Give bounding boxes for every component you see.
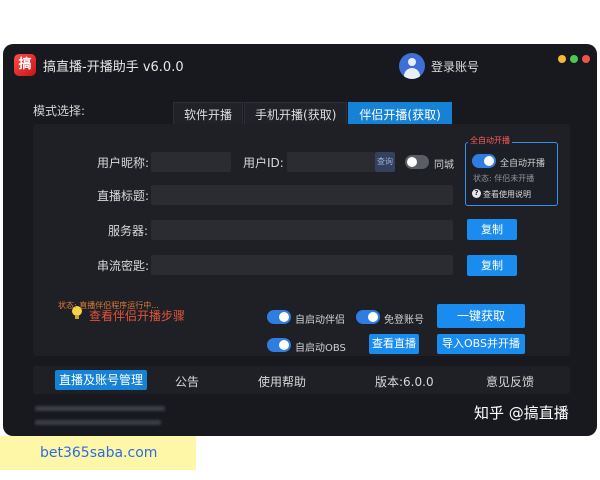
nickname-field[interactable] (151, 152, 231, 172)
window-title: 搞直播-开播助手 v6.0.0 (43, 60, 184, 75)
server-label: 服务器: (108, 224, 149, 238)
nav-version: 版本:6.0.0 (375, 375, 434, 389)
login-free-toggle[interactable] (356, 310, 380, 324)
close-button[interactable] (582, 55, 590, 63)
nav-help[interactable]: 使用帮助 (258, 373, 306, 390)
tab-software[interactable]: 软件开播 (173, 102, 244, 126)
auto-obs-toggle[interactable] (267, 338, 291, 352)
minimize-button[interactable] (558, 55, 566, 63)
user-id-field[interactable] (287, 152, 375, 172)
user-id-label: 用户ID: (243, 156, 284, 170)
import-obs-button[interactable]: 导入OBS并开播 (437, 334, 525, 354)
auto-start-toggle-label: 全自动开播 (500, 159, 546, 169)
one-click-button[interactable]: 一键获取 (437, 304, 525, 328)
login-label: 登录账号 (431, 59, 480, 74)
same-city-toggle[interactable] (405, 155, 429, 169)
watermark-text: 知乎 @搞直播 (474, 404, 569, 422)
search-button[interactable]: 查询 (375, 152, 395, 172)
same-city-label: 同城 (434, 160, 454, 171)
server-field[interactable] (151, 220, 453, 240)
login-free-label: 免登账号 (384, 315, 424, 326)
help-link[interactable]: 查看使用说明 (483, 189, 531, 200)
auto-start-status: 状态: 伴侣未开播 (473, 174, 535, 183)
blurred-info-line (35, 406, 165, 411)
copy-server-button[interactable]: 复制 (467, 219, 517, 240)
stream-key-label: 串流密匙: (97, 259, 150, 273)
app-logo-icon: 搞 (14, 54, 36, 76)
auto-start-title: 全自动开播 (468, 135, 512, 146)
tab-companion[interactable]: 伴侣开播(获取) (348, 102, 452, 126)
nav-account-management[interactable]: 直播及账号管理 (55, 370, 147, 390)
nickname-label: 用户昵称: (97, 156, 150, 170)
view-live-button[interactable]: 查看直播 (369, 334, 419, 354)
tab-mobile[interactable]: 手机开播(获取) (244, 102, 348, 126)
main-panel: 用户昵称: 用户ID: 查询 同城 直播标题: 服务器: 复制 串流密匙: 复制… (33, 124, 570, 356)
auto-start-group: 全自动开播 全自动开播 状态: 伴侣未开播 ? 查看使用说明 (465, 135, 558, 206)
avatar-icon (399, 53, 425, 79)
bottom-nav: 直播及账号管理 公告 使用帮助 版本:6.0.0 意见反馈 (33, 366, 570, 394)
url-banner: bet365saba.com (0, 436, 196, 470)
title-field[interactable] (151, 185, 453, 205)
auto-obs-label: 自启动OBS (295, 343, 346, 354)
stream-key-field[interactable] (151, 255, 453, 275)
auto-companion-toggle[interactable] (267, 310, 291, 324)
copy-key-button[interactable]: 复制 (467, 255, 517, 276)
app-window: 搞 搞直播-开播助手 v6.0.0 登录账号 模式选择: 软件开播 手机开播(获… (3, 44, 597, 436)
mode-tabs: 软件开播 手机开播(获取) 伴侣开播(获取) (173, 102, 453, 126)
nav-announcement[interactable]: 公告 (175, 373, 199, 390)
mode-label: 模式选择: (33, 104, 86, 118)
auto-start-toggle[interactable] (472, 154, 496, 168)
status-message: 状态: 直播伴侣程序运行中... (58, 301, 159, 310)
blurred-info-line (35, 420, 161, 425)
help-icon: ? (472, 189, 481, 198)
login-button[interactable]: 登录账号 (399, 53, 479, 79)
title-bar[interactable]: 搞 搞直播-开播助手 v6.0.0 登录账号 (3, 44, 597, 88)
nav-feedback[interactable]: 意见反馈 (486, 373, 534, 390)
maximize-button[interactable] (570, 55, 578, 63)
auto-companion-label: 自启动伴侣 (295, 315, 345, 326)
title-label: 直播标题: (97, 189, 150, 203)
